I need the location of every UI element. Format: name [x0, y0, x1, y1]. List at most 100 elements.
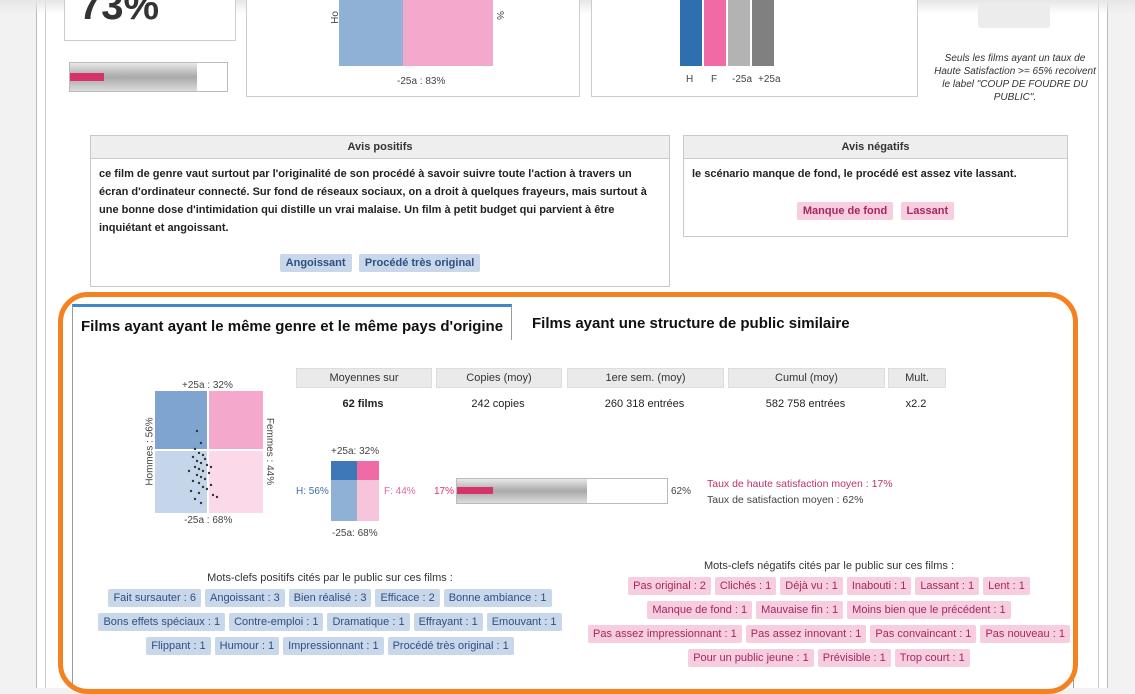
tab-meme-genre[interactable]: Films ayant ayant le même genre et le mê…: [72, 304, 513, 341]
negative-keyword[interactable]: Pas assez innovant : 1: [745, 625, 867, 643]
negative-row: Pour un public jeune : 1 Prévisible : 1 Tr…: [586, 646, 1072, 670]
sat-left-label: 17%: [434, 486, 455, 497]
positive-keyword[interactable]: Impressionnant : 1: [283, 637, 384, 655]
bar-label-f: F: [711, 74, 718, 85]
keywords-positive: Mots-clefs positifs cités par le public …: [90, 572, 570, 658]
stat-head-mult: Mult.: [888, 368, 946, 388]
keywords-negative: Mots-clefs négatifs cités par le public …: [586, 560, 1072, 670]
positive-row: Fait sursauter : 6 Angoissant : 3 Bien réa…: [90, 586, 570, 610]
negative-keyword[interactable]: Pas assez impressionnant : 1: [588, 625, 742, 643]
tabs-bar: Films ayant ayant le même genre et le mê…: [72, 304, 1072, 341]
tag-lassant[interactable]: Lassant: [900, 202, 955, 220]
tag-angoissant[interactable]: Angoissant: [279, 254, 352, 272]
scatter-left-label: Hommes : 56%: [144, 417, 156, 486]
negative-keyword[interactable]: Mauvaise fin : 1: [756, 601, 844, 619]
positive-keyword[interactable]: Procédé très original : 1: [387, 637, 514, 655]
positive-keyword[interactable]: Emouvant : 1: [486, 613, 562, 631]
stat-head-premiere-sem: 1ere sem. (moy): [567, 368, 724, 388]
right-chart-box: H F -25a +25a: [591, 0, 918, 97]
avis-negatifs-title: Avis négatifs: [684, 136, 1067, 159]
negative-row: Pas assez impressionnant : 1 Pas assez in…: [586, 622, 1072, 646]
keywords-negative-rows: Pas original : 2 Clichés : 1 Déjà vu : 1 In…: [586, 574, 1072, 670]
positive-keyword[interactable]: Effrayant : 1: [413, 613, 483, 631]
avis-negatifs-text: le scénario manque de fond, le procédé e…: [692, 168, 1017, 180]
top-satisfaction-bar: [69, 62, 228, 92]
positive-row: Flippant : 1 Humour : 1 Impressionnant : 1…: [90, 634, 570, 658]
negative-keyword[interactable]: Lassant : 1: [915, 577, 980, 595]
sat-right-label: 62%: [671, 486, 692, 497]
positive-row: Bons effets spéciaux : 1 Contre-emploi : …: [90, 610, 570, 634]
mini-left-label: H: 56%: [296, 486, 329, 497]
positive-keyword[interactable]: Flippant : 1: [146, 637, 211, 655]
negative-keyword[interactable]: Déjà vu : 1: [780, 577, 843, 595]
satisfaction-bar: [456, 478, 668, 504]
tag-procede-original[interactable]: Procédé très original: [358, 254, 481, 272]
big-score-box: 73%: [64, 0, 236, 41]
badge-placeholder: [978, 4, 1050, 28]
stat-val-copies: 242 copies: [471, 398, 525, 410]
negative-keyword[interactable]: Pas original : 2: [628, 577, 711, 595]
stat-val-mult: x2.2: [905, 398, 927, 410]
tag-manque-de-fond[interactable]: Manque de fond: [796, 202, 894, 220]
positive-keyword[interactable]: Angoissant : 3: [204, 589, 285, 607]
positive-keyword[interactable]: Bonne ambiance : 1: [443, 589, 552, 607]
stat-val-films: 62 films: [342, 398, 384, 410]
negative-keyword[interactable]: Trop court : 1: [894, 649, 970, 667]
positive-keyword[interactable]: Contre-emploi : 1: [229, 613, 324, 631]
negative-keyword[interactable]: Lent : 1: [983, 577, 1030, 595]
mini-male-young: [331, 480, 357, 521]
bar-h: [680, 0, 702, 66]
avis-positifs-box: Avis positifs ce film de genre vaut surt…: [90, 135, 670, 287]
negative-keyword[interactable]: Prévisible : 1: [817, 649, 891, 667]
mini-female-young: [357, 480, 379, 521]
mini-top-label: +25a: 32%: [331, 446, 380, 457]
mini-male-old: [331, 461, 357, 480]
big-score-value: 73%: [79, 0, 160, 28]
stat-val-premiere-sem: 260 318 entrées: [604, 398, 685, 410]
mid-chart-right-axis: %: [493, 11, 505, 20]
negative-keyword[interactable]: Clichés : 1: [714, 577, 777, 595]
bar-label-under25: -25a: [732, 74, 753, 85]
avis-negatifs-box: Avis négatifs le scénario manque de fond…: [683, 135, 1068, 237]
positive-keyword[interactable]: Fait sursauter : 6: [108, 589, 201, 607]
stat-head-moyennes: Moyennes sur: [296, 368, 432, 388]
stat-val-cumul: 582 758 entrées: [765, 398, 846, 410]
mid-chart-label: -25a : 83%: [397, 76, 446, 87]
bar-f: [704, 0, 726, 66]
positive-keyword[interactable]: Bien réalisé : 3: [288, 589, 372, 607]
negative-keyword[interactable]: Moins bien que le précédent : 1: [847, 601, 1011, 619]
negative-keyword[interactable]: Manque de fond : 1: [647, 601, 753, 619]
keywords-positive-rows: Fait sursauter : 6 Angoissant : 3 Bien réa…: [90, 586, 570, 658]
scatter-right-label: Femmes : 44%: [264, 417, 276, 486]
top-bar-pink: [70, 73, 104, 81]
mid-chart-blue: [339, 0, 403, 66]
stat-head-cumul: Cumul (moy): [728, 368, 885, 388]
left-rule: [45, 0, 46, 688]
mid-chart-box: Ho % -25a : 83%: [246, 0, 580, 97]
mini-right-label: F: 44%: [384, 486, 416, 497]
keywords-positive-title: Mots-clefs positifs cités par le public …: [207, 572, 453, 584]
stat-head-copies: Copies (moy): [436, 368, 562, 388]
negative-keyword[interactable]: Inabouti : 1: [846, 577, 912, 595]
mini-bottom-label: -25a: 68%: [332, 528, 378, 539]
positive-keyword[interactable]: Bons effets spéciaux : 1: [98, 613, 226, 631]
avis-positifs-text: ce film de genre vaut surtout par l'orig…: [99, 168, 647, 234]
bar-label-over25: +25a: [758, 74, 781, 85]
label-note: Seuls les films ayant un taux de Haute S…: [934, 53, 1096, 103]
positive-keyword[interactable]: Dramatique : 1: [327, 613, 410, 631]
bar-over25: [752, 0, 774, 66]
negative-keyword[interactable]: Pour un public jeune : 1: [688, 649, 814, 667]
negative-keyword[interactable]: Pas convaincant : 1: [870, 625, 977, 643]
negative-keyword[interactable]: Pas nouveau : 1: [980, 625, 1070, 643]
satisfaction-high-fill: [457, 487, 493, 494]
sat-high-text: Taux de haute satisfaction moyen : 17%: [707, 478, 893, 490]
scatter-points: [187, 429, 219, 505]
positive-keyword[interactable]: Humour : 1: [214, 637, 280, 655]
mid-chart-pink: [403, 0, 493, 66]
positive-keyword[interactable]: Efficace : 2: [375, 589, 440, 607]
scatter-chart: [155, 391, 263, 513]
avis-negatifs-tags: Manque de fond Lassant: [684, 200, 1067, 222]
tab-structure-public[interactable]: Films ayant une structure de public simi…: [524, 304, 858, 339]
mini-female-old: [357, 461, 379, 480]
mini-chart: [331, 461, 379, 521]
